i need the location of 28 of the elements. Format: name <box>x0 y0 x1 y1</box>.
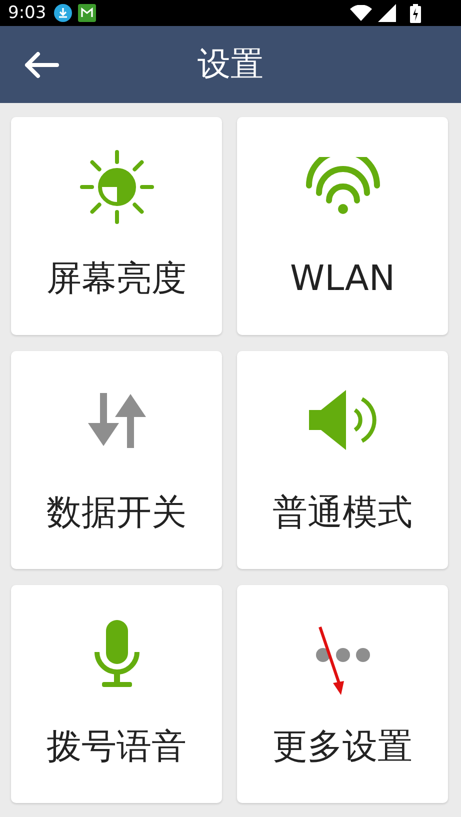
settings-tile[interactable]: 拨号语音 <box>11 585 222 803</box>
settings-tile[interactable]: 屏幕亮度 <box>11 117 222 335</box>
back-arrow-icon <box>23 50 59 79</box>
settings-tile[interactable]: WLAN <box>237 117 448 335</box>
cell-signal-icon <box>378 4 396 22</box>
sun-icon <box>78 149 154 225</box>
settings-tile[interactable]: 普通模式 <box>237 351 448 569</box>
page-title: 设置 <box>198 43 264 86</box>
settings-tile[interactable]: 更多设置 <box>237 585 448 803</box>
battery-charging-icon <box>410 4 421 23</box>
wifi-icon <box>304 157 380 217</box>
download-icon <box>54 4 72 22</box>
tile-label: WLAN <box>290 258 396 301</box>
settings-tile[interactable]: 数据开关 <box>11 351 222 569</box>
annotation-arrow <box>317 625 347 697</box>
back-button[interactable] <box>22 50 60 80</box>
more-dots-icon <box>314 647 370 663</box>
tile-label: 普通模式 <box>272 492 412 535</box>
microphone-icon <box>92 620 142 690</box>
speaker-icon <box>308 390 376 452</box>
wifi-signal-icon <box>350 5 372 22</box>
mail-app-icon <box>78 4 96 22</box>
tile-label: 拨号语音 <box>46 726 186 769</box>
tile-label: 更多设置 <box>272 726 412 769</box>
status-time: 9:03 <box>8 3 46 24</box>
arrows-up-down-icon <box>86 393 146 449</box>
tile-label: 屏幕亮度 <box>46 258 186 301</box>
tile-label: 数据开关 <box>46 492 186 535</box>
